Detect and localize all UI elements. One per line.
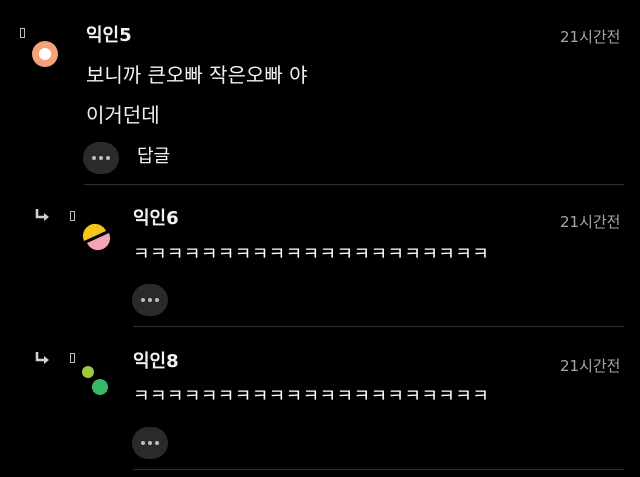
pin-icon — [70, 353, 75, 363]
reply-arrow-icon — [34, 351, 52, 367]
comment-username: 익인5 — [86, 25, 132, 46]
reply-timestamp: 21시간전 — [560, 213, 621, 231]
reply-username: 익인6 — [133, 208, 179, 229]
comment-text-line-1: 보니까 큰오빠 작은오빠 야 — [86, 63, 308, 87]
reply-timestamp: 21시간전 — [560, 357, 621, 375]
divider — [84, 184, 624, 185]
divider — [133, 326, 624, 327]
more-dots-icon — [141, 441, 159, 445]
avatar — [80, 221, 112, 255]
more-button[interactable] — [132, 427, 168, 459]
reply-arrow-icon — [34, 208, 52, 224]
avatar — [31, 40, 59, 68]
more-button[interactable] — [132, 284, 168, 316]
more-dots-icon — [92, 156, 110, 160]
more-dots-icon — [141, 298, 159, 302]
avatar — [80, 363, 112, 397]
more-button[interactable] — [83, 142, 119, 174]
pin-icon — [20, 28, 25, 38]
reply-text: ㅋㅋㅋㅋㅋㅋㅋㅋㅋㅋㅋㅋㅋㅋㅋㅋㅋㅋㅋㅋㅋ — [133, 244, 490, 265]
pin-icon — [70, 211, 75, 221]
reply-text: ㅋㅋㅋㅋㅋㅋㅋㅋㅋㅋㅋㅋㅋㅋㅋㅋㅋㅋㅋㅋㅋ — [133, 386, 490, 407]
comment-text-line-2: 이거던데 — [86, 103, 160, 127]
comment-timestamp: 21시간전 — [560, 28, 621, 46]
divider — [133, 469, 624, 470]
reply-username: 익인8 — [133, 351, 179, 372]
reply-button[interactable]: 답글 — [137, 145, 170, 169]
